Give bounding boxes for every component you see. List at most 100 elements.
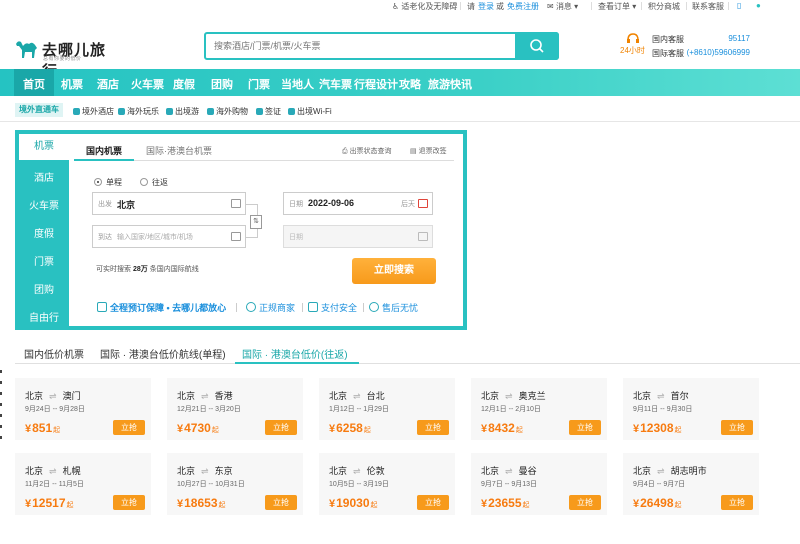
calendar-icon[interactable] [418, 199, 428, 208]
deal-card[interactable]: 北京 ⇌ 伦敦 10月5日 -- 3月19日 ¥19030起 立抢 [319, 453, 455, 515]
points-mall-link[interactable]: 积分商城 [648, 1, 680, 12]
roundtrip-radio[interactable]: 往返 [140, 177, 168, 188]
grab-deal-button[interactable]: 立抢 [721, 420, 753, 435]
grab-deal-button[interactable]: 立抢 [721, 495, 753, 510]
deal-price: ¥8432起 [481, 421, 523, 435]
return-date-field[interactable]: 日期 [283, 225, 433, 248]
search-input[interactable] [206, 34, 506, 58]
grab-deal-button[interactable]: 立抢 [113, 495, 145, 510]
side-free-travel[interactable]: 自由行 [19, 309, 69, 324]
deal-dates: 9月24日 -- 9月28日 [25, 406, 85, 413]
deal-card[interactable]: 北京 ⇌ 札幌 11月2日 -- 11月5日 ¥12517起 立抢 [15, 453, 151, 515]
deal-card[interactable]: 北京 ⇌ 曼谷 9月7日 -- 9月13日 ¥23655起 立抢 [471, 453, 607, 515]
mobile-icon[interactable]: ▯ [737, 1, 741, 10]
low-price-tabs: 国内低价机票 国际 · 港澳台低价航线(单程) 国际 · 港澳台低价(往返) [15, 340, 800, 364]
tab-intl-flights[interactable]: 国际·港澳台机票 [146, 144, 212, 157]
depart-city-field[interactable]: 出发 北京 [92, 192, 246, 215]
subnav-outbound-tour[interactable]: 出境游 [166, 106, 199, 117]
route-arrow-icon: ⇌ [505, 466, 513, 476]
service-24h: 24小时 [620, 46, 645, 55]
orders-menu[interactable]: 查看订单 ▾ [598, 1, 636, 12]
calendar-icon[interactable] [418, 232, 428, 241]
nav-hotels[interactable]: 酒店 [97, 76, 119, 92]
subnav-visa[interactable]: 签证 [256, 106, 281, 117]
nav-trains[interactable]: 火车票 [131, 76, 164, 92]
side-hotels[interactable]: 酒店 [19, 169, 69, 184]
side-tickets[interactable]: 门票 [19, 253, 69, 268]
search-flights-button[interactable]: 立即搜索 [352, 258, 436, 284]
camel-logo-icon [16, 41, 37, 58]
deal-dates: 11月2日 -- 11月5日 [25, 481, 84, 488]
deal-card[interactable]: 北京 ⇌ 胡志明市 9月4日 -- 9月7日 ¥26498起 立抢 [623, 453, 759, 515]
deal-card[interactable]: 北京 ⇌ 奥克兰 12月1日 -- 2月10日 ¥8432起 立抢 [471, 378, 607, 440]
grab-deal-button[interactable]: 立抢 [113, 420, 145, 435]
guarantee-payment: 支付安全 [308, 301, 357, 314]
subnav-overseas-fun[interactable]: 海外玩乐 [118, 106, 159, 117]
side-trains[interactable]: 火车票 [19, 197, 69, 212]
nav-itinerary[interactable]: 行程设计 [354, 76, 398, 92]
logo[interactable]: 去哪儿旅行 总有你要的低价 [14, 38, 114, 80]
grab-deal-button[interactable]: 立抢 [417, 420, 449, 435]
login-link[interactable]: 登录 [478, 1, 494, 12]
deal-card[interactable]: 北京 ⇌ 澳门 9月24日 -- 9月28日 ¥851起 立抢 [15, 378, 151, 440]
guarantee-full: 全程预订保障 • 去哪儿都放心 [97, 301, 226, 314]
guarantee-aftersale: 售后无忧 [369, 301, 418, 314]
arrive-city-placeholder: 输入国家/地区/城市/机场 [117, 234, 193, 241]
grab-deal-button[interactable]: 立抢 [569, 495, 601, 510]
deal-price: ¥23655起 [481, 496, 530, 510]
oneway-radio[interactable]: 单程 [94, 177, 122, 188]
ticket-status-icon: ⎙ [342, 148, 348, 155]
subnav-divider [0, 121, 800, 122]
subnav-overseas-hotels[interactable]: 境外酒店 [73, 106, 114, 117]
city-picker-icon[interactable] [231, 199, 241, 208]
subnav-wifi[interactable]: 出境Wi-Fi [288, 106, 332, 117]
hotel-icon [73, 108, 80, 115]
deal-price: ¥4730起 [177, 421, 219, 435]
nav-home[interactable]: 首页 [23, 76, 45, 92]
wechat-icon[interactable]: ● [756, 1, 761, 10]
nav-flights[interactable]: 机票 [61, 76, 83, 92]
deal-card[interactable]: 北京 ⇌ 香港 12月21日 -- 3月20日 ¥4730起 立抢 [167, 378, 303, 440]
ticket-status-link[interactable]: ⎙ 出票状态查询 [342, 146, 392, 156]
nav-groupbuy[interactable]: 团购 [211, 76, 233, 92]
deal-card[interactable]: 北京 ⇌ 台北 1月12日 -- 1月29日 ¥6258起 立抢 [319, 378, 455, 440]
side-groupbuy[interactable]: 团购 [19, 281, 69, 296]
grab-deal-button[interactable]: 立抢 [569, 420, 601, 435]
nav-vacation[interactable]: 度假 [173, 76, 195, 92]
domestic-service-number: 95117 [728, 34, 750, 43]
deal-card[interactable]: 北京 ⇌ 东京 10月27日 -- 10月31日 ¥18653起 立抢 [167, 453, 303, 515]
tab-intl-roundtrip-low[interactable]: 国际 · 港澳台低价(往返) [242, 346, 348, 361]
subnav-overseas-shopping[interactable]: 海外购物 [207, 106, 248, 117]
swap-cities-button[interactable]: ⇅ [250, 215, 262, 229]
tab-intl-oneway-low[interactable]: 国际 · 港澳台低价航线(单程) [100, 346, 226, 361]
arrive-city-field[interactable]: 到达 输入国家/地区/城市/机场 [92, 225, 246, 248]
side-float [0, 370, 3, 460]
deal-dates: 9月11日 -- 9月30日 [633, 406, 693, 413]
refund-change-link[interactable]: ▤ 退票改签 [410, 146, 447, 156]
deal-card[interactable]: 北京 ⇌ 首尔 9月11日 -- 9月30日 ¥12308起 立抢 [623, 378, 759, 440]
grab-deal-button[interactable]: 立抢 [417, 495, 449, 510]
search-button[interactable] [515, 32, 559, 60]
nav-bus[interactable]: 汽车票 [319, 76, 352, 92]
nav-travel-news[interactable]: 旅游快讯 [428, 76, 472, 92]
please-text: 请 [467, 2, 475, 11]
messages-menu[interactable]: ✉ 消息 ▾ [547, 1, 578, 12]
side-flights[interactable]: 机票 [19, 134, 69, 160]
tab-domestic-flights[interactable]: 国内机票 [86, 144, 122, 157]
depart-date-field[interactable]: 日期 2022-09-06 后天 [283, 192, 433, 215]
deal-price: ¥19030起 [329, 496, 378, 510]
nav-guides[interactable]: 攻略 [399, 76, 421, 92]
tab-domestic-low[interactable]: 国内低价机票 [24, 346, 84, 361]
deal-price: ¥6258起 [329, 421, 371, 435]
contact-link[interactable]: 联系客服 [692, 1, 724, 12]
register-link[interactable]: 免费注册 [507, 1, 539, 12]
side-vacation[interactable]: 度假 [19, 225, 69, 240]
nav-tickets[interactable]: 门票 [248, 76, 270, 92]
grab-deal-button[interactable]: 立抢 [265, 495, 297, 510]
accessibility-link[interactable]: ♿ 适老化及无障碍 [392, 1, 457, 12]
customer-service: 24小时 国内客服 95117 国际客服 (+8610)59606999 [620, 32, 750, 62]
nav-locals[interactable]: 当地人 [281, 76, 314, 92]
city-picker-icon[interactable] [231, 232, 241, 241]
secure-icon [308, 302, 318, 312]
grab-deal-button[interactable]: 立抢 [265, 420, 297, 435]
